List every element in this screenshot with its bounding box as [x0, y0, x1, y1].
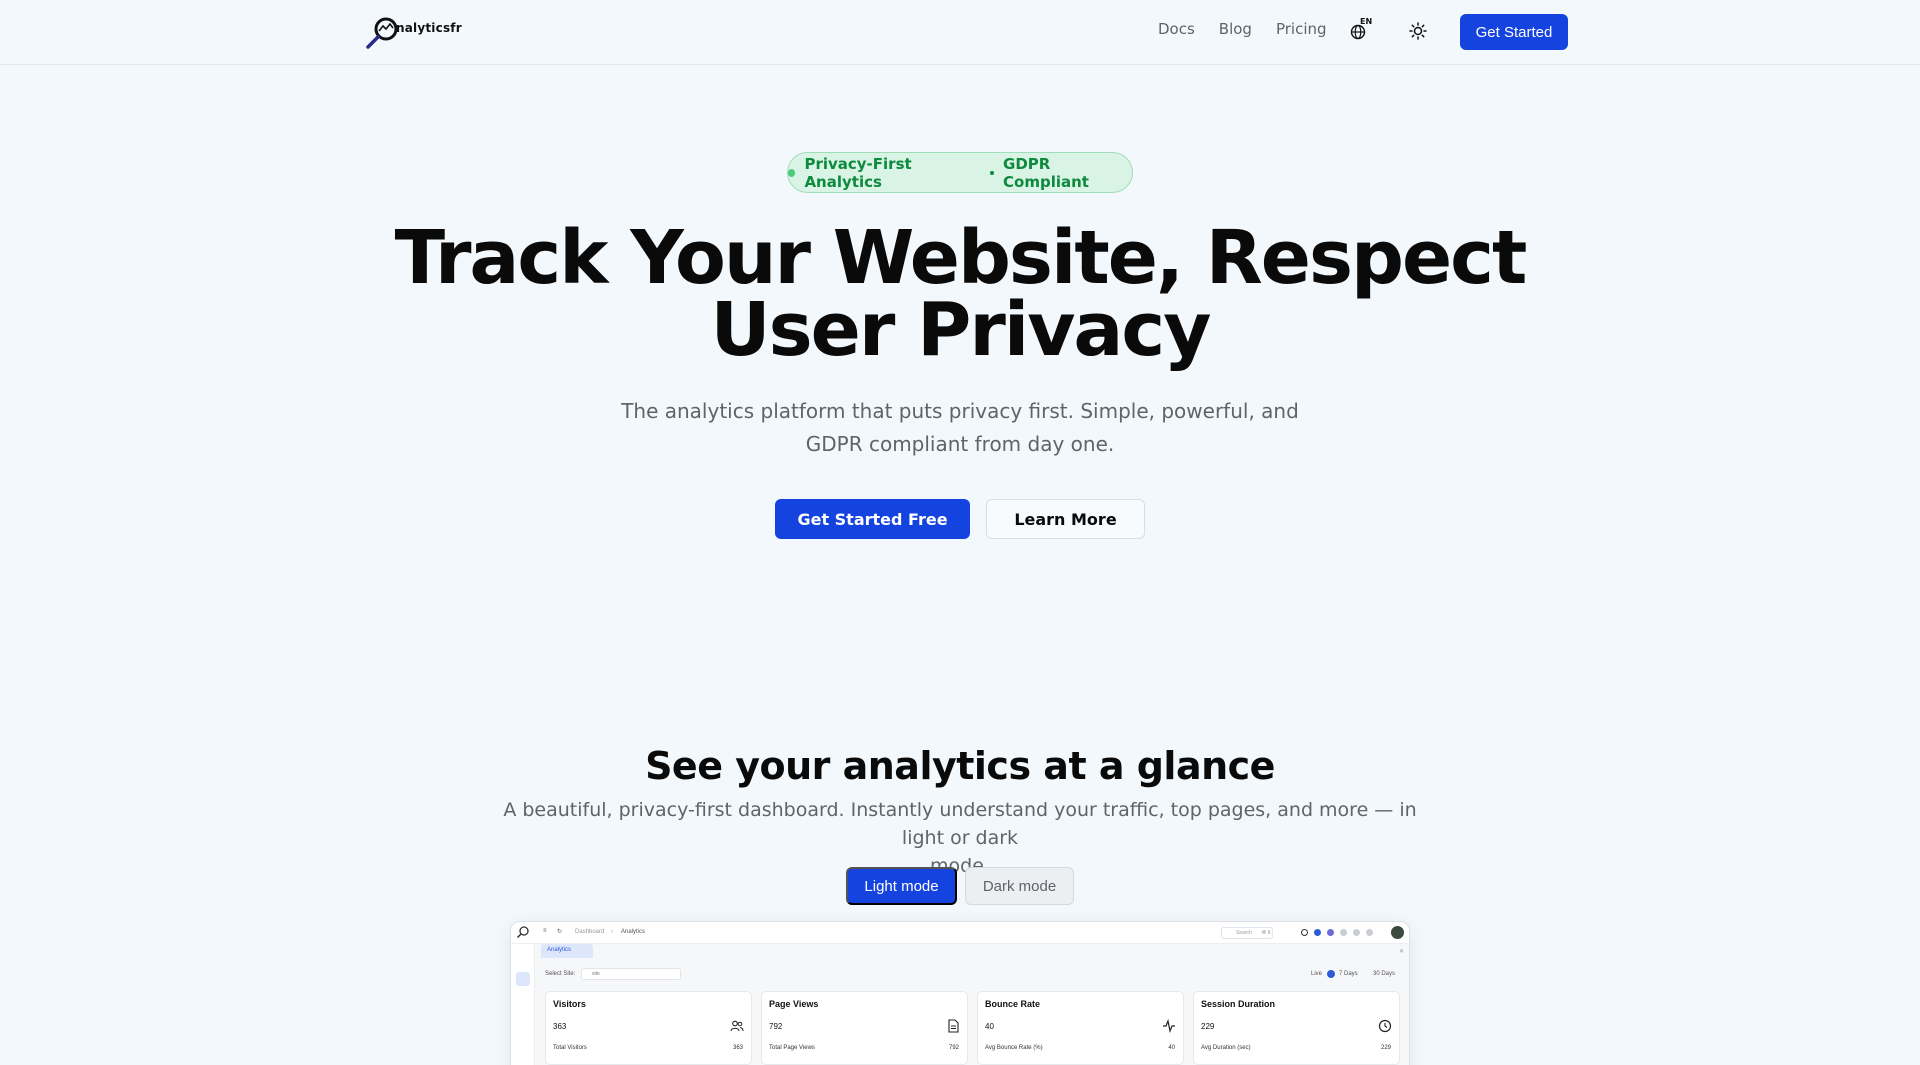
preview-select-site-label: Select Site: — [545, 971, 576, 977]
metric-value: 229 — [1201, 1022, 1215, 1031]
metric-card-page-views: Page Views 792 Total Page Views 792 — [761, 991, 968, 1065]
logo-text: nalyticsfr — [396, 21, 462, 35]
metric-total: 229 — [1380, 1045, 1391, 1051]
preview-range-radio — [1327, 970, 1335, 978]
hero-title: Track Your Website, Respect User Privacy — [360, 221, 1560, 367]
preview-sidebar-item-analytics — [516, 972, 530, 986]
dark-mode-button[interactable]: Dark mode — [965, 867, 1074, 905]
preview-logo-icon — [516, 926, 529, 939]
language-switcher[interactable]: EN — [1350, 17, 1373, 42]
metric-total: 363 — [732, 1045, 743, 1051]
metric-title: Session Duration — [1201, 999, 1276, 1009]
metric-label: Total Page Views — [769, 1045, 815, 1051]
sun-icon — [1409, 22, 1427, 40]
metric-card-bounce-rate: Bounce Rate 40 Avg Bounce Rate (%) 40 — [977, 991, 1184, 1065]
language-code: EN — [1360, 17, 1373, 26]
preview-range-7-days: 7 Days — [1339, 971, 1358, 977]
preview-tab-close-icon: ✕ — [1399, 949, 1405, 955]
light-mode-button[interactable]: Light mode — [846, 867, 957, 905]
metric-label: Avg Duration (sec) — [1201, 1045, 1251, 1051]
preview-topbar: ≡ ↻ Dashboard › Analytics Search ⌘ K — [511, 922, 1409, 944]
privacy-badge: Privacy-First Analytics GDPR Compliant — [787, 152, 1133, 193]
preview-search-placeholder: Search — [1236, 930, 1252, 936]
dashboard-preview: ≡ ↻ Dashboard › Analytics Search ⌘ K Ana… — [510, 921, 1410, 1065]
clock-icon — [1378, 1019, 1392, 1033]
preview-breadcrumb-dashboard: Dashboard — [575, 929, 605, 935]
nav-get-started-button[interactable]: Get Started — [1460, 14, 1568, 50]
preview-color-dot-blue — [1314, 929, 1321, 936]
showcase-subtitle-line1: A beautiful, privacy-first dashboard. In… — [503, 799, 1417, 849]
preview-search-shortcut: ⌘ K — [1261, 930, 1271, 936]
nav-link-pricing[interactable]: Pricing — [1276, 20, 1327, 38]
status-dot — [788, 168, 796, 177]
metric-value: 363 — [553, 1022, 567, 1031]
preview-breadcrumb-analytics: Analytics — [621, 929, 646, 935]
preview-toolbar-icons — [1301, 929, 1379, 936]
preview-tab-analytics: Analytics — [541, 944, 593, 958]
activity-icon — [1163, 1019, 1175, 1033]
metric-label: Avg Bounce Rate (%) — [985, 1045, 1043, 1051]
badge-gdpr: GDPR Compliant — [1003, 154, 1089, 191]
preview-site-value: site — [592, 971, 600, 977]
preview-range-live: Live — [1311, 971, 1323, 977]
preview-color-dot-purple — [1327, 929, 1334, 936]
hero-subtitle-line2: GDPR compliant from day one. — [805, 432, 1115, 456]
metric-total: 40 — [1168, 1045, 1175, 1051]
showcase-title: See your analytics at a glance — [645, 744, 1275, 788]
badge-separator — [990, 170, 995, 175]
metric-label: Total Visitors — [553, 1045, 587, 1051]
preview-menu-icon: ≡ — [543, 928, 547, 934]
preview-refresh-icon: ↻ — [557, 929, 563, 935]
metric-total: 792 — [948, 1045, 959, 1051]
get-started-free-button[interactable]: Get Started Free — [775, 499, 970, 539]
metric-title: Visitors — [553, 999, 586, 1009]
logo[interactable]: nalyticsfr — [366, 16, 462, 50]
nav-link-blog[interactable]: Blog — [1219, 20, 1252, 38]
users-icon — [730, 1020, 744, 1032]
preview-search: Search ⌘ K — [1221, 927, 1273, 939]
metric-value: 40 — [985, 1022, 994, 1031]
document-icon — [948, 1019, 959, 1033]
metric-card-visitors: Visitors 363 Total Visitors 363 — [545, 991, 752, 1065]
metric-value: 792 — [769, 1022, 783, 1031]
magnifier-logo-icon — [366, 17, 398, 49]
metric-title: Bounce Rate — [985, 999, 1041, 1009]
nav-link-docs[interactable]: Docs — [1158, 20, 1195, 38]
preview-breadcrumb-separator: › — [611, 929, 613, 935]
preview-sidebar — [511, 944, 535, 1065]
showcase-subtitle: A beautiful, privacy-first dashboard. In… — [480, 796, 1440, 880]
preview-range-30-days: 30 Days — [1373, 971, 1396, 977]
hero-subtitle: The analytics platform that puts privacy… — [620, 395, 1300, 461]
nav-links: Docs Blog Pricing — [1158, 20, 1351, 38]
metric-card-session-duration: Session Duration 229 Avg Duration (sec) … — [1193, 991, 1400, 1065]
preview-moon-icon — [1301, 929, 1308, 936]
learn-more-button[interactable]: Learn More — [986, 499, 1145, 539]
badge-privacy-first: Privacy-First Analytics — [804, 154, 912, 191]
preview-settings-icon — [1340, 929, 1347, 936]
theme-toggle[interactable] — [1407, 20, 1429, 42]
preview-site-select: site — [581, 968, 681, 980]
preview-gear-icon — [1366, 929, 1373, 936]
metric-title: Page Views — [769, 999, 819, 1009]
preview-avatar — [1391, 926, 1404, 939]
preview-expand-icon — [1353, 929, 1360, 936]
hero-title-line2: User Privacy — [710, 287, 1212, 373]
hero-subtitle-line1: The analytics platform that puts privacy… — [621, 399, 1299, 423]
top-nav: nalyticsfr Docs Blog Pricing EN Get Star… — [0, 0, 1920, 65]
